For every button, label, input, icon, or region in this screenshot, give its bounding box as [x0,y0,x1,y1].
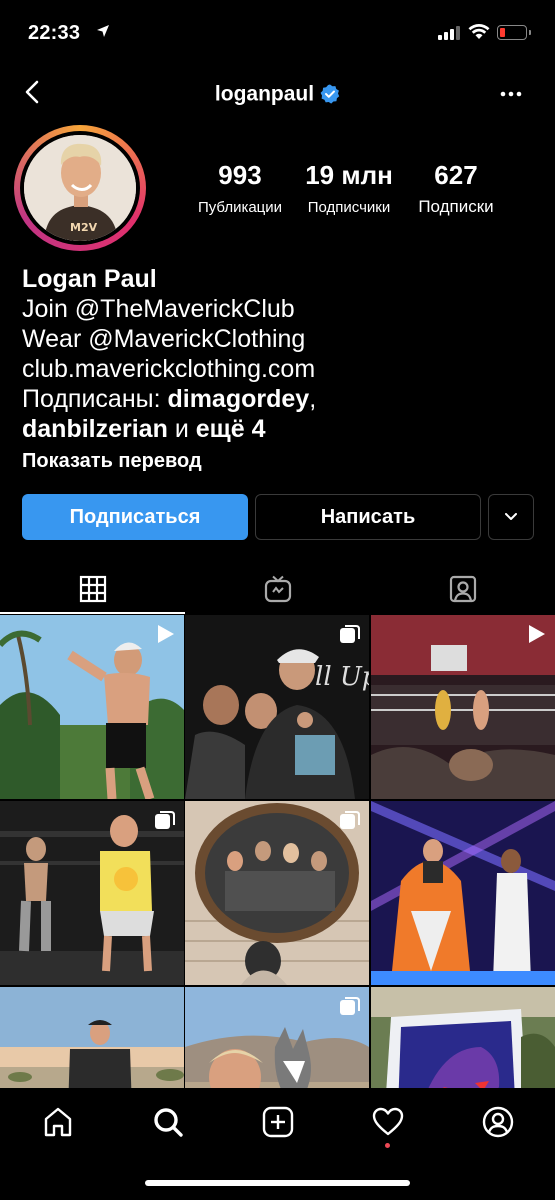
nav-home[interactable] [28,1100,88,1144]
home-indicator [145,1180,410,1186]
carousel-icon [340,625,360,643]
carousel-icon [155,811,175,829]
post-thumbnail[interactable] [0,615,184,799]
stat-posts-value: 993 [218,160,262,190]
cellular-signal-icon [438,26,460,40]
followed-by-line-2[interactable]: danbilzerian и ещё 4 [22,414,542,444]
stat-following-value: 627 [434,160,478,190]
bio-line-1: Join @TheMaverickClub [22,295,295,323]
avatar[interactable]: M2V [24,135,136,241]
status-time: 22:33 [28,22,81,44]
activity-icon [372,1107,404,1136]
video-icon [529,625,545,643]
suggested-accounts-button[interactable] [488,494,534,540]
profile-bio: Logan Paul Join @TheMaverickClub Wear @M… [22,264,542,476]
stat-posts-label: Публикации [197,199,283,216]
post-thumbnail[interactable] [371,615,555,799]
video-icon [158,625,174,643]
stat-following-label: Подписки [418,197,494,216]
nav-profile[interactable] [468,1100,528,1144]
verified-badge-icon [320,84,340,105]
carousel-icon [340,811,360,829]
stat-followers-value: 19 млн [305,160,393,190]
bio-line-2: Wear @MaverickClothing [22,325,306,353]
tab-tagged[interactable] [370,565,555,613]
profile-username: loganpaul [0,82,555,106]
home-icon [44,1107,72,1137]
stat-following[interactable]: 627 Подписки [406,160,506,217]
tab-igtv[interactable] [185,565,370,613]
profile-icon [482,1106,514,1138]
followed-by-prefix: Подписаны: [22,385,168,413]
battery-icon [497,25,531,40]
carousel-icon [340,997,360,1015]
followed-by-more: ещё 4 [195,415,266,443]
post-thumbnail[interactable]: ll Up [185,615,369,799]
tab-posts-grid[interactable] [0,565,185,613]
new-post-icon [262,1106,294,1138]
username-text: loganpaul [214,82,315,106]
full-name: Logan Paul [22,265,157,293]
nav-search[interactable] [138,1100,198,1144]
follow-button[interactable]: Подписаться [22,494,248,540]
nav-activity[interactable] [358,1100,418,1144]
activity-notification-dot [385,1143,390,1148]
tagged-icon [449,575,476,603]
igtv-icon [264,575,291,603]
tab-selected-indicator [0,612,185,614]
followed-by[interactable]: Подписаны: dimagordey, [22,384,542,414]
search-icon [154,1108,183,1137]
post-thumbnail[interactable] [185,801,369,985]
followed-by-user: dimagordey [167,385,310,413]
wifi-icon [468,24,490,39]
svg-text:M2V: M2V [70,221,98,234]
chevron-down-icon [505,513,517,520]
followed-by-user: danbilzerian [22,415,168,443]
more-options-icon[interactable] [500,90,522,98]
show-translation-link[interactable]: Показать перевод [22,446,542,476]
location-arrow-icon [97,25,109,37]
message-button[interactable]: Написать [255,494,481,540]
nav-new-post[interactable] [248,1100,308,1144]
grid-icon [79,575,106,603]
svg-text:ll Up: ll Up [315,662,369,692]
stat-followers[interactable]: 19 млн Подписчики [296,160,402,216]
post-thumbnail[interactable] [0,801,184,985]
profile-link[interactable]: club.maverickclothing.com [22,354,542,384]
post-thumbnail[interactable] [371,801,555,985]
stat-followers-label: Подписчики [307,199,391,216]
stat-posts[interactable]: 993 Публикации [190,160,290,216]
post-image [371,801,555,985]
followed-by-and: и [167,415,196,443]
avatar-photo: M2V [24,135,136,241]
followed-by-separator: , [309,385,317,413]
